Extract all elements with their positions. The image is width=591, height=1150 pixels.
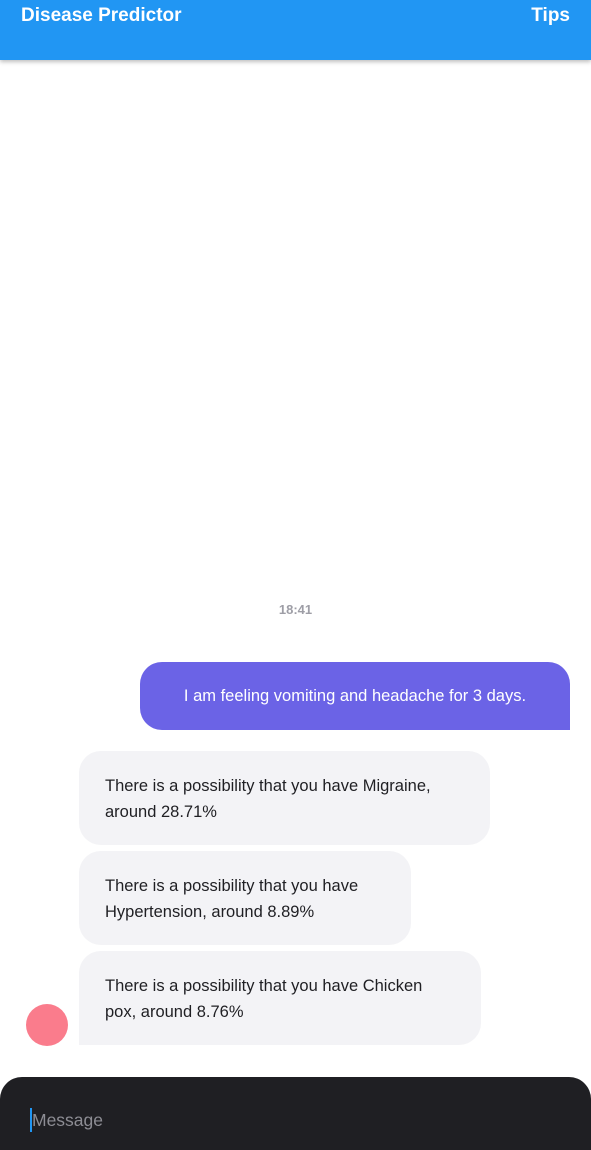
bot-message-line: There is a possibility that you have Mig… [105,777,431,795]
bot-message-line: There is a possibility that you have [105,877,359,895]
user-message-bubble[interactable]: I am feeling vomiting and headache for 3… [140,662,570,730]
bot-message-line: pox, around 8.76% [105,1003,244,1021]
bot-message-line: around 28.71% [105,803,217,821]
app-title: Disease Predictor [21,5,182,26]
message-input[interactable] [32,1105,552,1135]
tips-button[interactable]: Tips [531,5,570,27]
bot-avatar[interactable] [26,1004,68,1046]
bot-message-bubble[interactable]: There is a possibility that you have Hyp… [79,851,411,945]
bot-message-bubble[interactable]: There is a possibility that you have Chi… [79,951,481,1045]
bot-message-bubble[interactable]: There is a possibility that you have Mig… [79,751,490,845]
message-composer [0,1077,591,1150]
user-message-text: I am feeling vomiting and headache for 3… [183,686,527,705]
bot-message-line: There is a possibility that you have Chi… [105,977,423,995]
bot-message-line: Hypertension, around 8.89% [105,903,315,921]
message-timestamp: 18:41 [278,602,313,617]
app-bar: Disease Predictor Tips [0,0,591,60]
